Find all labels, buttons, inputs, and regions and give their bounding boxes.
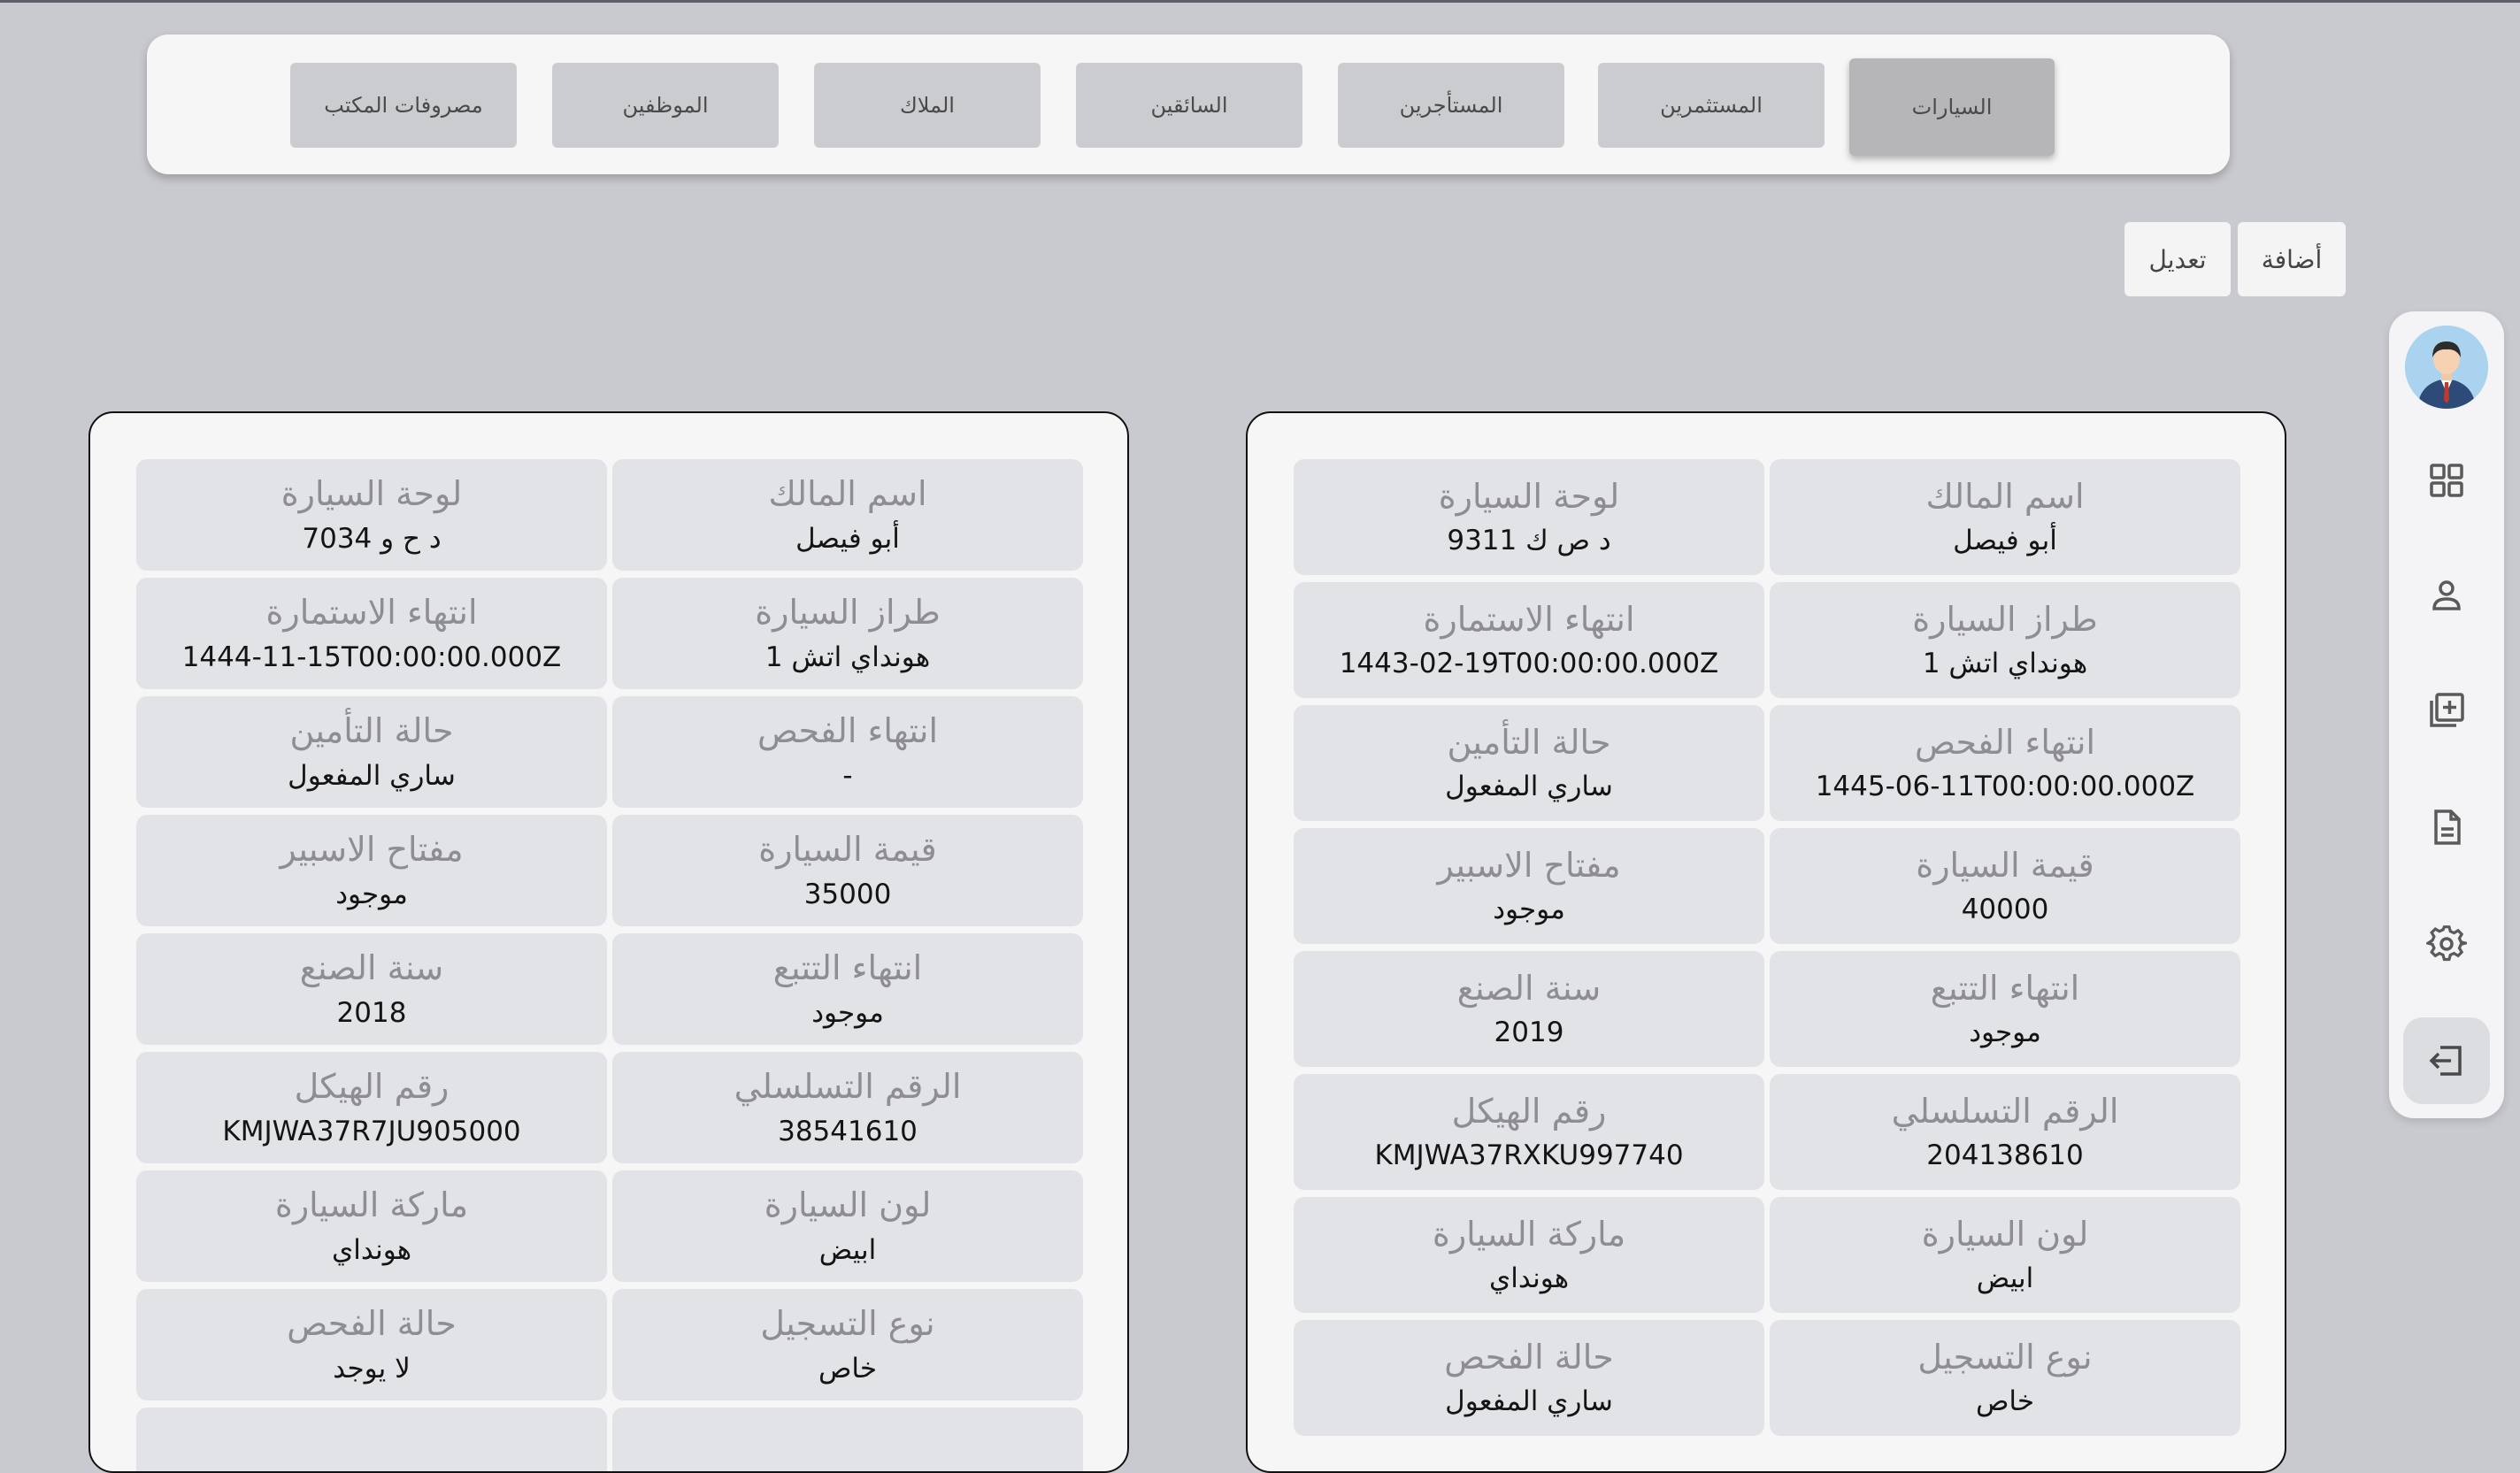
field-insurance-status: حالة التأمين ساري المفعول: [136, 696, 607, 808]
field-owner-name: اسم المالك أبو فيصل: [612, 459, 1083, 571]
top-nav-bar: السيارات المستثمرين المستأجرين السائقين …: [147, 35, 2230, 174]
field-plate: لوحة السيارة د ح و 7034: [136, 459, 607, 571]
field-brand: ماركة السيارة هونداي: [136, 1170, 607, 1282]
field-tracking-expiry: انتهاء التتبع موجود: [1770, 951, 2240, 1067]
field-inspection-status: حالة الفحص لا يوجد: [136, 1289, 607, 1400]
field-serial-number: الرقم التسلسلي 204138610: [1770, 1074, 2240, 1190]
field-car-value: قيمة السيارة 40000: [1770, 828, 2240, 944]
sidebar: [2389, 311, 2504, 1118]
field-owner-name: اسم المالك أبو فيصل: [1770, 459, 2240, 575]
field-manufacture-year: سنة الصنع 2018: [136, 933, 607, 1045]
car-card-2-fields: اسم المالك أبو فيصل لوحة السيارة د ح و 703…: [136, 459, 1083, 1471]
dashboard-grid-icon[interactable]: [2407, 441, 2486, 520]
field-inspection-status: حالة الفحص ساري المفعول: [1294, 1320, 1764, 1436]
field-chassis-number: رقم الهيكل KMJWA37R7JU905000: [136, 1052, 607, 1163]
tab-employees[interactable]: الموظفين: [552, 63, 779, 148]
field-tracking-expiry: انتهاء التتبع موجود: [612, 933, 1083, 1045]
avatar-icon: [2405, 326, 2488, 409]
tab-drivers[interactable]: السائقين: [1076, 63, 1302, 148]
field-color: لون السيارة ابيض: [612, 1170, 1083, 1282]
field-registration-type: نوع التسجيل خاص: [1770, 1320, 2240, 1436]
field-plate: لوحة السيارة د ص ك 9311: [1294, 459, 1764, 575]
avatar[interactable]: [2405, 326, 2488, 409]
field-registration-type: نوع التسجيل خاص: [612, 1289, 1083, 1400]
field-inspection-expiry: انتهاء الفحص -: [612, 696, 1083, 808]
user-icon[interactable]: [2407, 556, 2486, 635]
field-registration-expiry: انتهاء الاستمارة 1443-02-19T00:00:00.000Z: [1294, 582, 1764, 698]
field-model: طراز السيارة هونداي اتش 1: [612, 578, 1083, 689]
add-button[interactable]: أضافة: [2238, 222, 2346, 296]
car-card-2: اسم المالك أبو فيصل لوحة السيارة د ح و 703…: [88, 411, 1129, 1473]
window-top-border: [0, 0, 2520, 3]
gear-icon[interactable]: [2407, 904, 2486, 984]
field-model: طراز السيارة هونداي اتش 1: [1770, 582, 2240, 698]
field-partial-row: [136, 1408, 607, 1471]
field-manufacture-year: سنة الصنع 2019: [1294, 951, 1764, 1067]
field-registration-expiry: انتهاء الاستمارة 1444-11-15T00:00:00.000Z: [136, 578, 607, 689]
field-spare-key: مفتاح الاسبير موجود: [136, 815, 607, 926]
field-color: لون السيارة ابيض: [1770, 1197, 2240, 1313]
car-card-1: اسم المالك أبو فيصل لوحة السيارة د ص ك 931…: [1246, 411, 2286, 1473]
add-library-icon[interactable]: [2407, 671, 2486, 750]
field-spare-key: مفتاح الاسبير موجود: [1294, 828, 1764, 944]
field-car-value: قيمة السيارة 35000: [612, 815, 1083, 926]
tab-tenants[interactable]: المستأجرين: [1338, 63, 1564, 148]
document-icon[interactable]: [2407, 787, 2486, 867]
field-serial-number: الرقم التسلسلي 38541610: [612, 1052, 1083, 1163]
tab-office-expenses[interactable]: مصروفات المكتب: [290, 63, 517, 148]
tab-investors[interactable]: المستثمرين: [1598, 63, 1825, 148]
field-inspection-expiry: انتهاء الفحص 1445-06-11T00:00:00.000Z: [1770, 705, 2240, 821]
edit-button[interactable]: تعديل: [2124, 222, 2231, 296]
tab-cars[interactable]: السيارات: [1849, 58, 2055, 156]
field-partial-row: [612, 1408, 1083, 1471]
tab-owners[interactable]: الملاك: [814, 63, 1041, 148]
field-insurance-status: حالة التأمين ساري المفعول: [1294, 705, 1764, 821]
field-brand: ماركة السيارة هونداي: [1294, 1197, 1764, 1313]
car-card-1-fields: اسم المالك أبو فيصل لوحة السيارة د ص ك 931…: [1294, 459, 2240, 1436]
logout-icon[interactable]: [2403, 1017, 2490, 1104]
field-chassis-number: رقم الهيكل KMJWA37RXKU997740: [1294, 1074, 1764, 1190]
